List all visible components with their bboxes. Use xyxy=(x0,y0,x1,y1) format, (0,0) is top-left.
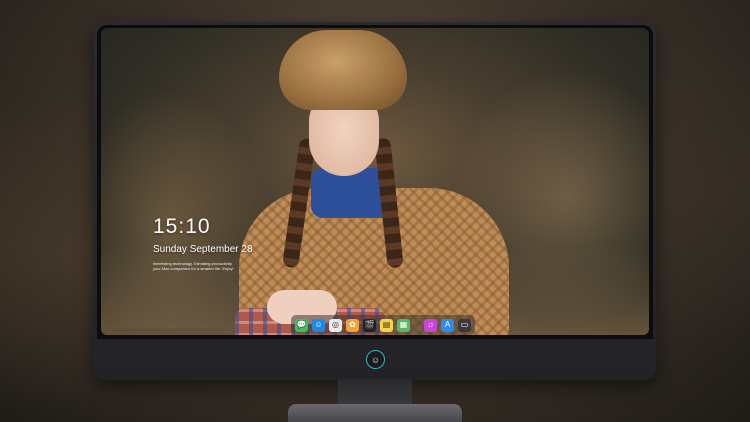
music-icon[interactable]: ♫ xyxy=(424,318,437,332)
screen-bezel: 15:10 Sunday September 28 Interesting te… xyxy=(97,25,653,339)
terminal-icon[interactable]: ▭ xyxy=(458,318,471,332)
brand-logo-icon: ☺ xyxy=(366,350,385,369)
lock-tagline: Interesting technology. Elevating produc… xyxy=(153,261,234,271)
dock: 💬 ☺ ◎ ✿ 🎬 ▤ ▦ ♫ A ▭ xyxy=(291,315,475,335)
portrait-fur-hat xyxy=(279,30,407,110)
notes-icon[interactable]: ▤ xyxy=(380,318,393,332)
messages-icon[interactable]: 💬 xyxy=(295,318,308,332)
monitor-stand-foot xyxy=(288,404,462,422)
finder-icon[interactable]: ☺ xyxy=(312,318,325,332)
lock-screen[interactable]: 15:10 Sunday September 28 Interesting te… xyxy=(101,28,649,335)
lock-date: Sunday September 28 xyxy=(153,244,253,255)
clapper-icon[interactable]: 🎬 xyxy=(363,318,376,332)
maps-icon[interactable]: ▦ xyxy=(397,318,410,332)
lock-clock: 15:10 xyxy=(153,215,211,238)
safari-icon[interactable]: ◎ xyxy=(329,318,342,332)
photos-icon[interactable]: ✿ xyxy=(346,318,359,332)
app-store-icon[interactable]: A xyxy=(441,318,454,332)
imac-monitor: 15:10 Sunday September 28 Interesting te… xyxy=(94,22,656,380)
wallpaper-portrait xyxy=(231,28,521,335)
